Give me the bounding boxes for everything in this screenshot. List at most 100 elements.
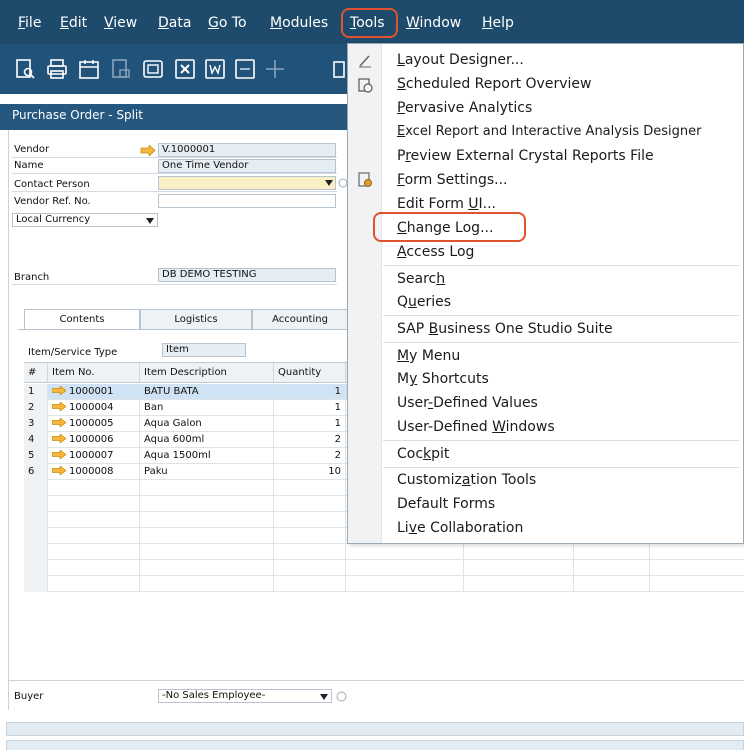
item-no-cell[interactable]: 1000001 <box>48 384 140 400</box>
column-header-quantity[interactable]: Quantity <box>274 363 346 383</box>
menu-item-access-log[interactable]: Access Log <box>397 241 474 263</box>
link-arrow-icon[interactable] <box>52 402 66 411</box>
link-arrow-icon[interactable] <box>52 418 66 427</box>
table-row-empty[interactable] <box>24 576 744 592</box>
menu-go-to[interactable]: Go To <box>208 12 247 34</box>
vendor-field[interactable]: V.1000001 <box>158 143 336 157</box>
menu-item-search[interactable]: Search <box>397 268 445 290</box>
buyer-select[interactable]: -No Sales Employee- <box>158 689 332 703</box>
name-field[interactable]: One Time Vendor <box>158 159 336 173</box>
pdf-icon[interactable] <box>234 58 256 80</box>
row-number <box>24 496 48 512</box>
send-icon[interactable] <box>110 58 132 80</box>
column-header-item-no[interactable]: Item No. <box>48 363 140 383</box>
vendor-ref-field[interactable] <box>158 194 336 208</box>
branch-field[interactable]: DB DEMO TESTING <box>158 268 336 282</box>
menu-item-customization-tools[interactable]: Customization Tools <box>397 469 536 491</box>
word-icon[interactable] <box>204 58 226 80</box>
quantity-cell[interactable]: 2 <box>274 432 346 448</box>
item-description-cell[interactable]: Ban <box>140 400 274 416</box>
menu-view[interactable]: View <box>104 12 137 34</box>
move-icon[interactable] <box>264 58 286 80</box>
print-preview-icon[interactable] <box>78 58 100 80</box>
empty-cell <box>274 528 346 544</box>
divider <box>12 173 337 174</box>
chevron-down-icon[interactable] <box>320 694 328 700</box>
menu-item-layout-designer[interactable]: Layout Designer... <box>397 49 524 71</box>
column-header-item-description[interactable]: Item Description <box>140 363 274 383</box>
chevron-down-icon[interactable] <box>325 180 333 186</box>
empty-cell <box>140 512 274 528</box>
item-no-cell[interactable]: 1000007 <box>48 448 140 464</box>
quantity-cell[interactable]: 1 <box>274 400 346 416</box>
row-number <box>24 560 48 576</box>
link-arrow-icon[interactable] <box>140 145 156 156</box>
table-row-empty[interactable] <box>24 544 744 560</box>
email-icon[interactable] <box>142 58 164 80</box>
row-number: 3 <box>24 416 48 432</box>
menu-separator <box>383 265 739 266</box>
item-type-field[interactable]: Item <box>162 343 246 357</box>
menu-item-queries[interactable]: Queries <box>397 291 451 313</box>
empty-cell <box>346 560 464 576</box>
menu-item-live-collaboration[interactable]: Live Collaboration <box>397 517 523 539</box>
quantity-cell[interactable]: 10 <box>274 464 346 480</box>
contact-person-select[interactable] <box>158 176 336 190</box>
menu-item-cockpit[interactable]: Cockpit <box>397 443 449 465</box>
item-description-cell[interactable]: Aqua 1500ml <box>140 448 274 464</box>
table-row-empty[interactable] <box>24 560 744 576</box>
column-header-number[interactable]: # <box>24 363 48 383</box>
menu-item-my-menu[interactable]: My Menu <box>397 345 460 367</box>
preview-icon[interactable] <box>14 58 36 80</box>
item-description-cell[interactable]: Aqua Galon <box>140 416 274 432</box>
item-description-cell[interactable]: Paku <box>140 464 274 480</box>
tab-contents[interactable]: Contents <box>24 309 140 330</box>
menu-item-preview-crystal-reports[interactable]: Preview External Crystal Reports File <box>397 145 654 167</box>
item-no-cell[interactable]: 1000005 <box>48 416 140 432</box>
menu-item-default-forms[interactable]: Default Forms <box>397 493 495 515</box>
menu-help[interactable]: Help <box>482 12 514 34</box>
menu-item-user-defined-windows[interactable]: User-Defined Windows <box>397 416 555 438</box>
form-title: Purchase Order - Split <box>12 108 143 122</box>
empty-cell <box>140 496 274 512</box>
vendor-ref-label: Vendor Ref. No. <box>14 196 91 207</box>
currency-select[interactable]: Local Currency <box>12 213 158 227</box>
menu-item-pervasive-analytics[interactable]: Pervasive Analytics <box>397 97 532 119</box>
menu-item-scheduled-report-overview[interactable]: Scheduled Report Overview <box>397 73 591 95</box>
menu-item-form-settings[interactable]: Form Settings... <box>397 169 508 191</box>
menu-data[interactable]: Data <box>158 12 191 34</box>
item-type-label: Item/Service Type <box>28 347 118 358</box>
quantity-cell[interactable]: 1 <box>274 416 346 432</box>
change-log-highlight <box>373 212 526 242</box>
empty-cell <box>274 576 346 592</box>
status-bar <box>6 740 744 750</box>
menu-item-excel-report-designer[interactable]: Excel Report and Interactive Analysis De… <box>397 121 701 143</box>
quantity-cell[interactable]: 1 <box>274 384 346 400</box>
menu-modules[interactable]: Modules <box>270 12 328 34</box>
link-arrow-icon[interactable] <box>52 386 66 395</box>
link-arrow-icon[interactable] <box>52 434 66 443</box>
item-no-cell[interactable]: 1000004 <box>48 400 140 416</box>
link-arrow-icon[interactable] <box>52 450 66 459</box>
menu-window[interactable]: Window <box>406 12 461 34</box>
empty-cell <box>140 544 274 560</box>
chevron-down-icon[interactable] <box>146 218 154 224</box>
excel-icon[interactable] <box>174 58 196 80</box>
menu-file[interactable]: File <box>18 12 41 34</box>
branch-label: Branch <box>14 272 50 283</box>
link-arrow-icon[interactable] <box>52 466 66 475</box>
item-description-cell[interactable]: BATU BATA <box>140 384 274 400</box>
tab-accounting[interactable]: Accounting <box>252 309 348 329</box>
tab-logistics[interactable]: Logistics <box>140 309 252 329</box>
quantity-cell[interactable]: 2 <box>274 448 346 464</box>
details-icon[interactable] <box>336 691 347 702</box>
item-no-cell[interactable]: 1000008 <box>48 464 140 480</box>
item-no-cell[interactable]: 1000006 <box>48 432 140 448</box>
menu-item-my-shortcuts[interactable]: My Shortcuts <box>397 368 489 390</box>
print-icon[interactable] <box>46 58 68 80</box>
more-icon[interactable] <box>332 58 346 80</box>
menu-item-studio-suite[interactable]: SAP Business One Studio Suite <box>397 318 613 340</box>
menu-item-user-defined-values[interactable]: User-Defined Values <box>397 392 538 414</box>
item-description-cell[interactable]: Aqua 600ml <box>140 432 274 448</box>
menu-edit[interactable]: Edit <box>60 12 87 34</box>
